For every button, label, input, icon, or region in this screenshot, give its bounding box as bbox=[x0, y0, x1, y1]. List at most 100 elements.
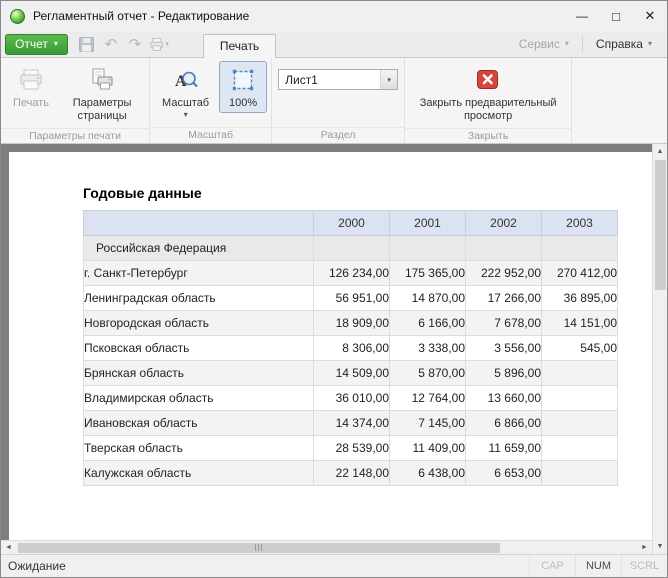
tab-print[interactable]: Печать bbox=[203, 34, 276, 58]
scroll-down-icon[interactable]: ▼ bbox=[653, 539, 667, 554]
help-menu-label: Справка bbox=[596, 37, 643, 51]
value-cell: 6 866,00 bbox=[466, 411, 542, 436]
horizontal-scrollbar[interactable]: ◄ ► bbox=[1, 540, 652, 554]
report-table: 2000 2001 2002 2003 Российская Федерация bbox=[83, 210, 618, 486]
menu-row: Отчет ▾ ↶ ↷ ▾ Печать bbox=[1, 31, 667, 58]
window-title: Регламентный отчет - Редактирование bbox=[33, 9, 249, 23]
value-cell bbox=[542, 361, 618, 386]
table-row: Владимирская область 36 010,00 12 764,00… bbox=[84, 386, 618, 411]
table-row: Новгородская область 18 909,00 6 166,00 … bbox=[84, 311, 618, 336]
page-setup-button[interactable]: Параметры страницы bbox=[59, 61, 145, 126]
value-cell bbox=[542, 236, 618, 261]
zoom-100-button[interactable]: 100% bbox=[219, 61, 267, 113]
chevron-down-icon: ▾ bbox=[184, 111, 188, 119]
region-name-cell: Брянская область bbox=[84, 361, 314, 386]
quick-access-toolbar: ↶ ↷ ▾ bbox=[77, 34, 169, 54]
value-cell: 13 660,00 bbox=[466, 386, 542, 411]
value-cell: 222 952,00 bbox=[466, 261, 542, 286]
redo-icon[interactable]: ↷ bbox=[125, 34, 145, 54]
keyboard-indicators: CAP NUM SCRL bbox=[529, 555, 667, 577]
corner-header-cell bbox=[84, 211, 314, 236]
table-row: Брянская область 14 509,00 5 870,00 5 89… bbox=[84, 361, 618, 386]
chevron-down-icon[interactable]: ▾ bbox=[380, 70, 397, 89]
caps-lock-indicator: CAP bbox=[529, 555, 575, 577]
service-menu-label: Сервис bbox=[519, 37, 560, 51]
status-message: Ожидание bbox=[1, 559, 66, 573]
value-cell: 6 166,00 bbox=[390, 311, 466, 336]
zoom-button-label: Масштаб bbox=[162, 97, 209, 110]
chevron-down-icon: ▾ bbox=[648, 40, 652, 48]
region-name-cell: Российская Федерация bbox=[84, 236, 314, 261]
vertical-scroll-thumb[interactable] bbox=[655, 160, 666, 290]
region-name-cell: Тверская область bbox=[84, 436, 314, 461]
value-cell: 5 896,00 bbox=[466, 361, 542, 386]
value-cell bbox=[390, 236, 466, 261]
page-setup-icon bbox=[86, 65, 118, 95]
value-cell bbox=[542, 461, 618, 486]
printer-icon bbox=[15, 65, 47, 95]
value-cell: 12 764,00 bbox=[390, 386, 466, 411]
value-cell: 14 870,00 bbox=[390, 286, 466, 311]
region-name-cell: г. Санкт-Петербург bbox=[84, 261, 314, 286]
maximize-button[interactable]: □ bbox=[599, 1, 633, 31]
group-label-zoom: Масштаб bbox=[150, 127, 271, 143]
region-name-cell: Псковская область bbox=[84, 336, 314, 361]
close-preview-button[interactable]: Закрыть предварительный просмотр bbox=[409, 61, 567, 126]
preview-page: Годовые данные 2000 2001 2002 2003 bbox=[9, 152, 652, 540]
value-cell: 36 895,00 bbox=[542, 286, 618, 311]
region-name-cell: Новгородская область bbox=[84, 311, 314, 336]
zoom-100-label: 100% bbox=[229, 97, 257, 110]
scroll-lock-indicator: SCRL bbox=[621, 555, 667, 577]
report-menu-button[interactable]: Отчет ▾ bbox=[5, 34, 68, 55]
sheet-select[interactable]: Лист1 ▾ bbox=[278, 69, 398, 90]
horizontal-scroll-thumb[interactable] bbox=[18, 543, 500, 553]
scroll-left-icon[interactable]: ◄ bbox=[1, 541, 16, 554]
print-button[interactable]: Печать bbox=[5, 61, 57, 113]
save-icon[interactable] bbox=[77, 34, 97, 54]
scroll-up-icon[interactable]: ▲ bbox=[653, 144, 667, 159]
close-button[interactable]: ✕ bbox=[633, 1, 667, 31]
menu-right: Сервис ▾ Справка ▾ bbox=[510, 31, 661, 57]
group-label-print-settings: Параметры печати bbox=[1, 128, 149, 143]
header-row: 2000 2001 2002 2003 bbox=[84, 211, 618, 236]
page-setup-label: Параметры страницы bbox=[67, 97, 137, 123]
value-cell: 270 412,00 bbox=[542, 261, 618, 286]
minimize-button[interactable]: — bbox=[565, 1, 599, 31]
value-cell: 11 659,00 bbox=[466, 436, 542, 461]
value-cell: 3 338,00 bbox=[390, 336, 466, 361]
region-name-cell: Ивановская область bbox=[84, 411, 314, 436]
zoom-button[interactable]: A Масштаб ▾ bbox=[154, 61, 217, 122]
ribbon-group-zoom: A Масштаб ▾ bbox=[150, 58, 272, 143]
group-label-section: Раздел bbox=[272, 127, 404, 143]
value-cell bbox=[542, 386, 618, 411]
region-name-cell: Владимирская область bbox=[84, 386, 314, 411]
region-name-cell: Калужская область bbox=[84, 461, 314, 486]
scroll-grip-icon bbox=[255, 544, 264, 551]
value-cell: 14 151,00 bbox=[542, 311, 618, 336]
value-cell bbox=[314, 236, 390, 261]
year-header: 2000 bbox=[314, 211, 390, 236]
undo-icon[interactable]: ↶ bbox=[101, 34, 121, 54]
service-menu[interactable]: Сервис ▾ bbox=[510, 31, 578, 57]
scroll-right-icon[interactable]: ► bbox=[637, 541, 652, 554]
value-cell: 545,00 bbox=[542, 336, 618, 361]
table-row: Российская Федерация bbox=[84, 236, 618, 261]
help-menu[interactable]: Справка ▾ bbox=[587, 31, 661, 57]
value-cell: 126 234,00 bbox=[314, 261, 390, 286]
value-cell: 56 951,00 bbox=[314, 286, 390, 311]
region-name-cell: Ленинградская область bbox=[84, 286, 314, 311]
value-cell: 36 010,00 bbox=[314, 386, 390, 411]
table-row: Тверская область 28 539,00 11 409,00 11 … bbox=[84, 436, 618, 461]
chevron-down-icon: ▾ bbox=[565, 40, 569, 48]
vertical-scrollbar[interactable]: ▲ ▼ bbox=[652, 144, 667, 554]
selection-marquee-icon bbox=[227, 65, 259, 95]
year-header: 2003 bbox=[542, 211, 618, 236]
print-quick-icon[interactable]: ▾ bbox=[149, 34, 169, 54]
app-icon bbox=[10, 9, 25, 24]
value-cell: 18 909,00 bbox=[314, 311, 390, 336]
value-cell bbox=[542, 436, 618, 461]
print-button-label: Печать bbox=[13, 97, 49, 110]
preview-canvas: Годовые данные 2000 2001 2002 2003 bbox=[1, 144, 652, 540]
value-cell: 6 438,00 bbox=[390, 461, 466, 486]
report-title: Годовые данные bbox=[83, 185, 652, 201]
